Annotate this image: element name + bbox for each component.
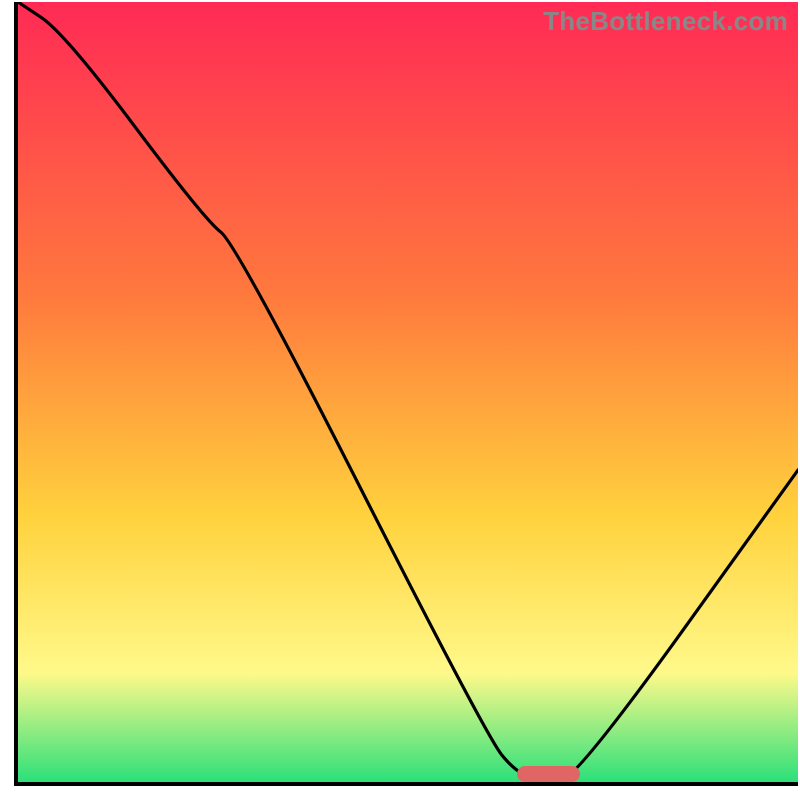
bottleneck-chart: TheBottleneck.com [0,0,800,800]
optimum-marker [517,766,579,782]
watermark-text: TheBottleneck.com [543,6,788,37]
plot-area [18,2,798,782]
bottleneck-curve [18,2,798,782]
y-axis [14,2,18,786]
x-axis [14,782,798,786]
